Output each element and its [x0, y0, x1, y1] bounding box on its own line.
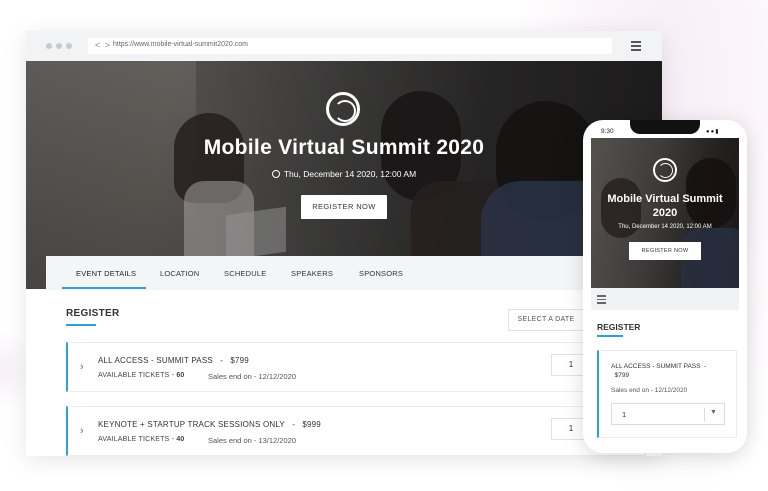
phone-notch — [630, 120, 700, 134]
chevron-right-icon[interactable]: › — [80, 425, 84, 437]
mobile-register-heading: REGISTER — [597, 322, 641, 332]
available-count: 60 — [176, 372, 185, 379]
clock-icon — [271, 170, 280, 178]
register-heading: REGISTER — [66, 308, 120, 319]
window-controls — [46, 43, 72, 49]
mobile-phone-mockup: 9:30 ●●▮ Mobile Virtual Summit 2020 Thu, … — [583, 120, 747, 453]
event-date: Thu, December 14 2020, 12:00 AM — [26, 169, 662, 179]
mobile-ticket-name: ALL ACCESS - SUMMIT PASS - $799 — [611, 363, 707, 379]
available-tickets: AVAILABLE TICKETS - 40 — [98, 436, 185, 443]
mobile-ticket-card[interactable]: ALL ACCESS - SUMMIT PASS - $799 Sales en… — [597, 350, 737, 438]
ticket-price: $999 — [302, 420, 321, 429]
mobile-menu-bar — [591, 288, 739, 310]
mobile-register-now-button[interactable]: REGISTER NOW — [629, 242, 701, 260]
ticket-row[interactable]: › KEYNOTE + STARTUP TRACK SESSIONS ONLY … — [66, 406, 646, 456]
mobile-quantity-select[interactable]: 1 ▼ — [611, 403, 725, 425]
quantity-value: 1 — [622, 410, 627, 419]
active-tab-indicator — [62, 287, 146, 289]
hamburger-menu-icon[interactable] — [631, 41, 641, 51]
sales-end-text: Sales end on - 12/12/2020 — [208, 372, 296, 381]
ticket-name: ALL ACCESS - SUMMIT PASS - $799 — [98, 356, 249, 365]
select-date-button[interactable]: SELECT A DATE — [508, 309, 584, 331]
sales-end-text: Sales end on - 13/12/2020 — [208, 436, 296, 445]
ticket-row[interactable]: › ALL ACCESS - SUMMIT PASS - $799 AVAILA… — [66, 342, 646, 392]
mobile-event-hero: Mobile Virtual Summit 2020 Thu, December … — [591, 138, 739, 288]
desktop-browser-window: < > https://www.mobile-virtual-summit202… — [26, 31, 662, 456]
window-dot-icon[interactable] — [46, 43, 52, 49]
register-now-button[interactable]: REGISTER NOW — [301, 195, 387, 219]
tab-location[interactable]: LOCATION — [160, 269, 199, 278]
tab-sponsors[interactable]: SPONSORS — [359, 269, 403, 278]
chevron-down-icon[interactable]: ▼ — [710, 409, 717, 416]
chevron-right-icon[interactable]: › — [80, 361, 84, 373]
tab-event-details[interactable]: EVENT DETAILS — [76, 269, 136, 278]
event-date-text: Thu, December 14 2020, 12:00 AM — [283, 169, 417, 179]
mobile-event-title: Mobile Virtual Summit 2020 — [607, 193, 723, 219]
url-text[interactable]: https://www.mobile-virtual-summit2020.co… — [113, 41, 248, 48]
event-logo-icon — [653, 158, 677, 182]
select-divider — [704, 408, 705, 422]
tab-schedule[interactable]: SCHEDULE — [224, 269, 266, 278]
tab-speakers[interactable]: SPEAKERS — [291, 269, 333, 278]
available-count: 40 — [176, 436, 185, 443]
event-hero-banner: Mobile Virtual Summit 2020 Thu, December… — [26, 61, 662, 289]
hamburger-menu-icon[interactable] — [597, 295, 606, 306]
event-title: Mobile Virtual Summit 2020 — [203, 136, 485, 159]
browser-toolbar: < > https://www.mobile-virtual-summit202… — [26, 31, 662, 61]
available-tickets: AVAILABLE TICKETS - 60 — [98, 372, 185, 379]
status-icons: ●●▮ — [706, 129, 720, 135]
window-dot-icon[interactable] — [66, 43, 72, 49]
register-heading-underline — [66, 324, 96, 326]
nav-arrows-icon[interactable]: < > — [95, 40, 111, 50]
mobile-event-date: Thu, December 14 2020, 12:00 AM — [618, 224, 712, 230]
window-dot-icon[interactable] — [56, 43, 62, 49]
ticket-price: $799 — [230, 356, 249, 365]
event-logo-icon — [326, 92, 360, 126]
status-time: 9:30 — [601, 128, 614, 135]
ticket-name: KEYNOTE + STARTUP TRACK SESSIONS ONLY - … — [98, 420, 321, 429]
mobile-ticket-price: $799 — [614, 372, 630, 379]
register-heading-underline — [597, 335, 623, 337]
mobile-sales-end: Sales end on - 12/12/2020 — [611, 387, 688, 394]
event-tabs: EVENT DETAILS LOCATION SCHEDULE SPEAKERS… — [46, 256, 606, 290]
